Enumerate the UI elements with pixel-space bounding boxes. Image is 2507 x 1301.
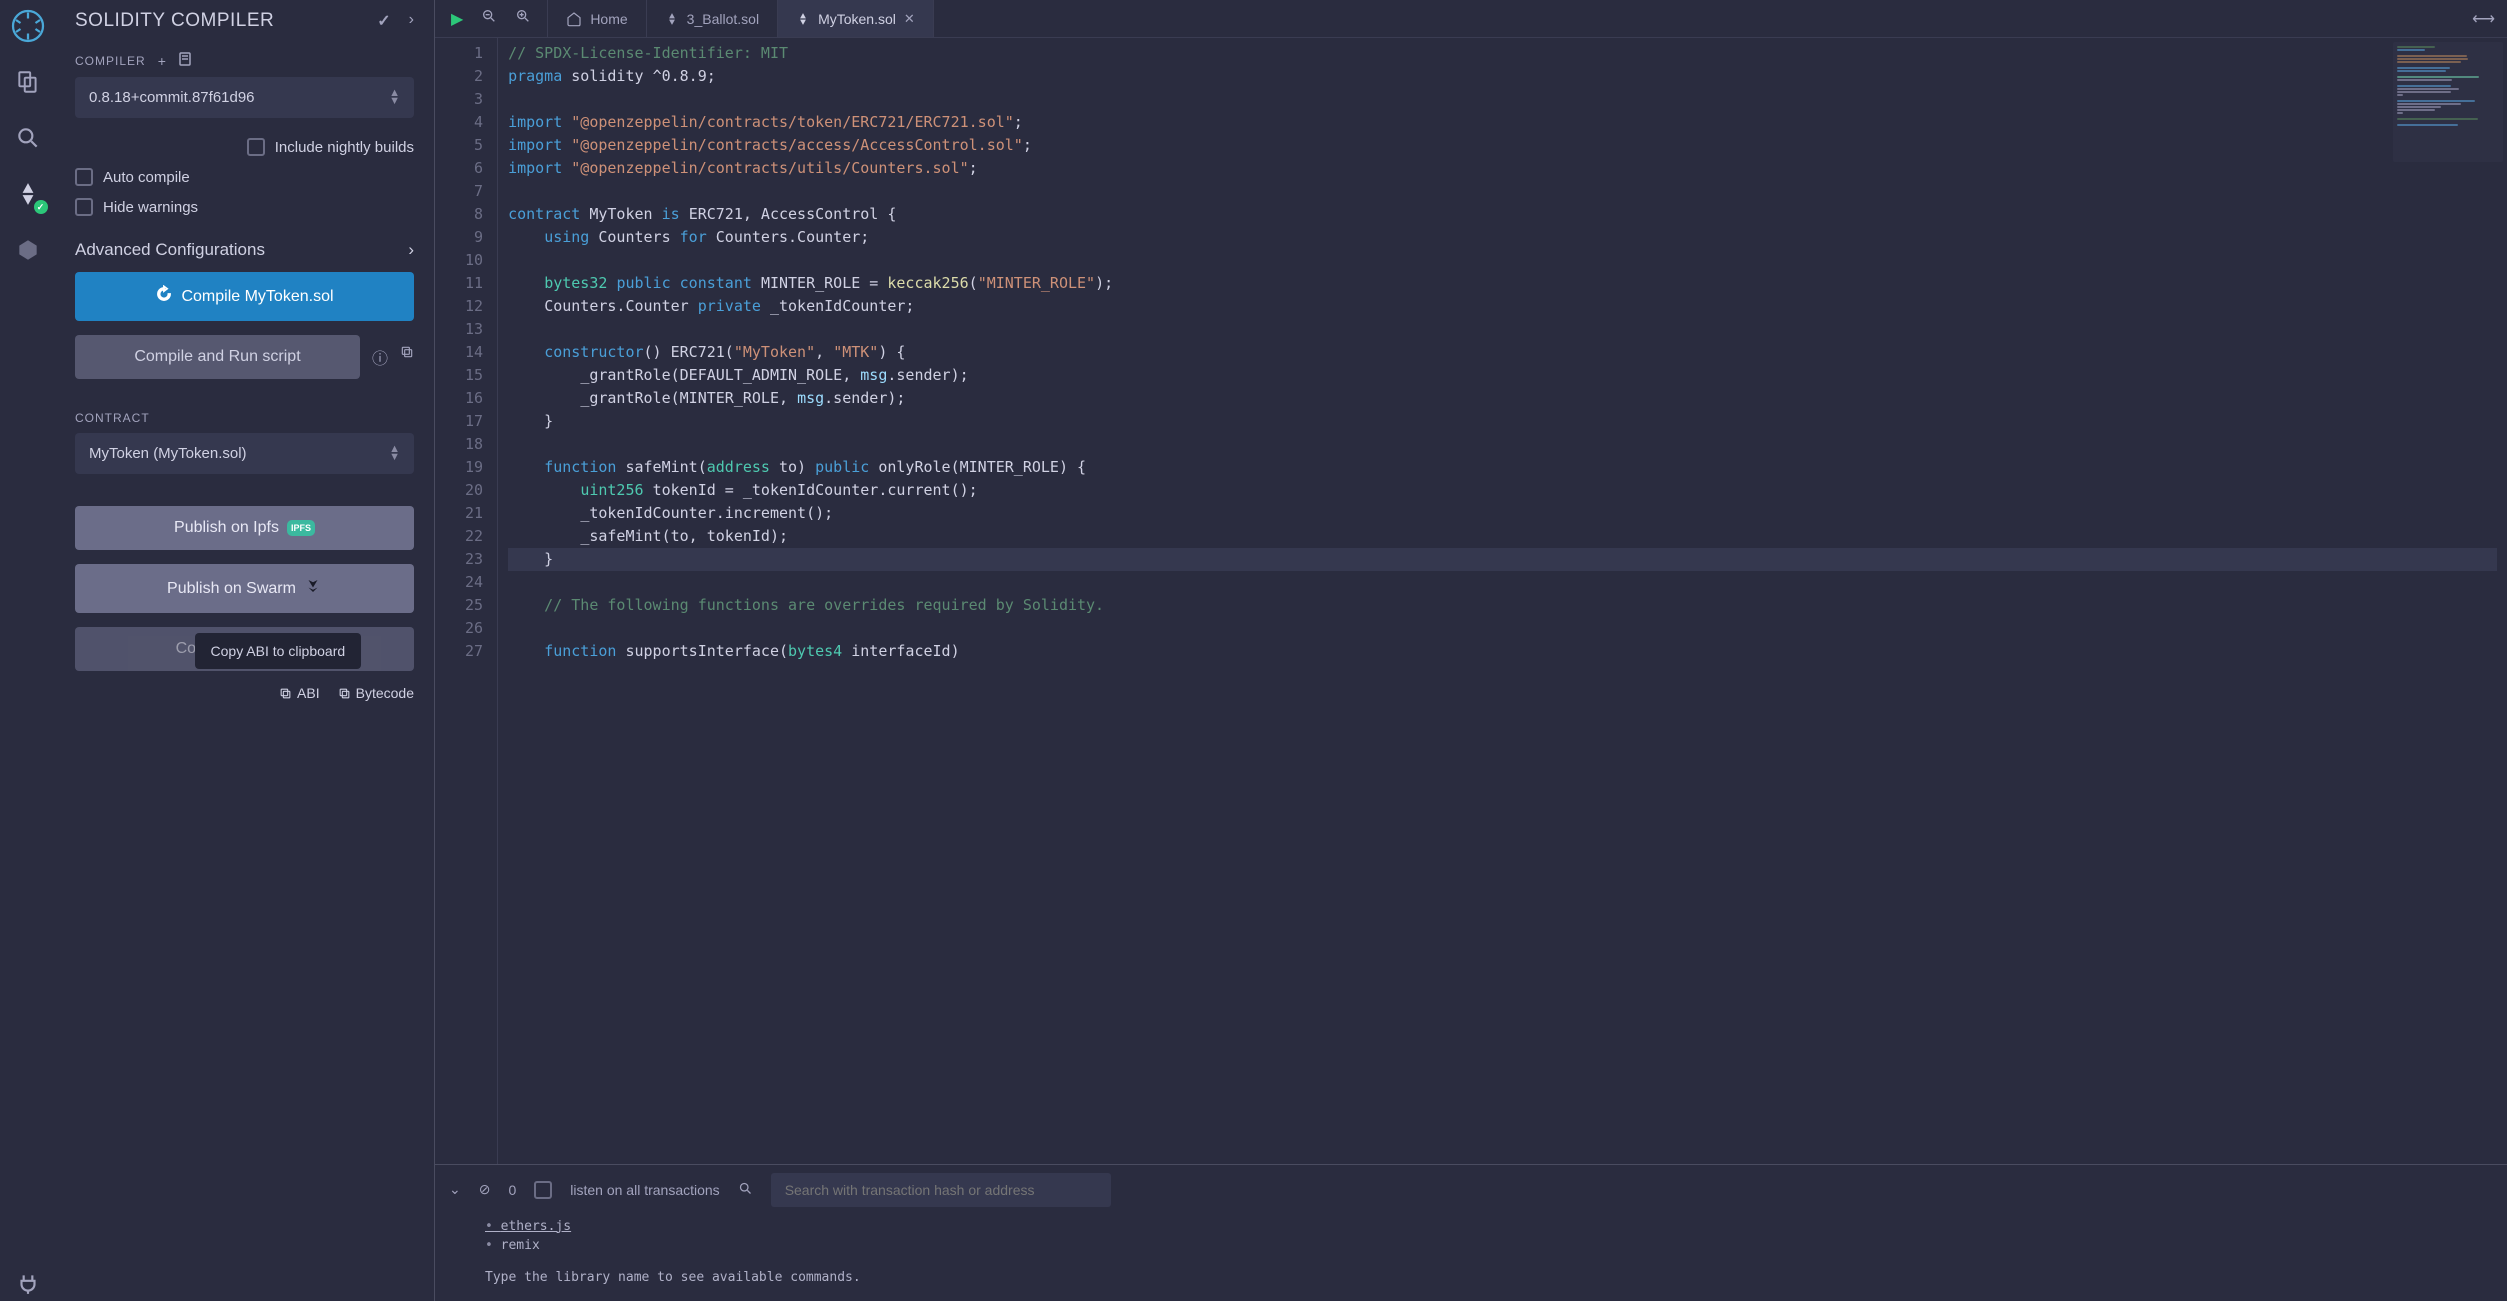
terminal-output: ethers.js remix Type the library name to…: [435, 1215, 2507, 1301]
nightly-builds-checkbox[interactable]: [247, 138, 265, 156]
plugin-manager-icon[interactable]: [10, 1265, 46, 1301]
line-gutter: 1234567891011121314151617181920212223242…: [435, 38, 498, 1164]
copy-abi-button[interactable]: ABI: [279, 685, 320, 701]
deploy-icon[interactable]: [10, 232, 46, 268]
compile-run-script-button[interactable]: Compile and Run script: [75, 335, 360, 379]
contract-select[interactable]: MyToken (MyToken.sol) ▲▼: [75, 433, 414, 474]
zoom-out-icon[interactable]: [481, 8, 497, 29]
select-arrows-icon: ▲▼: [389, 90, 400, 105]
ipfs-icon: IPFS: [287, 520, 315, 536]
search-icon[interactable]: [10, 120, 46, 156]
listen-all-tx-checkbox[interactable]: [534, 1181, 552, 1199]
home-icon: [566, 11, 582, 27]
copy-bytecode-button[interactable]: Bytecode: [338, 685, 414, 701]
compile-success-badge-icon: [34, 200, 48, 214]
expand-icon[interactable]: ⟷: [2472, 9, 2495, 29]
panel-title: SOLIDITY COMPILER: [75, 10, 274, 32]
copy-icon[interactable]: [400, 345, 414, 369]
code-content[interactable]: // SPDX-License-Identifier: MITpragma so…: [498, 38, 2507, 1164]
code-editor[interactable]: 1234567891011121314151617181920212223242…: [435, 38, 2507, 1164]
add-compiler-icon[interactable]: +: [158, 53, 167, 69]
advanced-configurations-toggle[interactable]: Advanced Configurations ›: [75, 222, 414, 272]
hide-warnings-label: Hide warnings: [103, 199, 198, 216]
publish-ipfs-button[interactable]: Publish on Ipfs IPFS: [75, 506, 414, 550]
collapse-terminal-icon[interactable]: ⌄: [449, 1181, 461, 1198]
swarm-icon: [304, 577, 322, 600]
clear-terminal-icon[interactable]: ⊘: [479, 1181, 491, 1198]
compile-button[interactable]: Compile MyToken.sol: [75, 272, 414, 321]
minimap[interactable]: [2393, 42, 2503, 162]
tab-ballot[interactable]: 3_Ballot.sol: [647, 0, 778, 37]
compiler-icon[interactable]: [10, 176, 46, 212]
terminal-panel: ⌄ ⊘ 0 listen on all transactions ethers.…: [435, 1164, 2507, 1301]
compiler-label: COMPILER: [75, 54, 146, 68]
compiler-version-select[interactable]: 0.8.18+commit.87f61d96 ▲▼: [75, 77, 414, 118]
icon-sidebar: [0, 0, 55, 1301]
contract-label: CONTRACT: [75, 411, 150, 425]
auto-compile-checkbox[interactable]: [75, 168, 93, 186]
tx-search-input[interactable]: [771, 1173, 1111, 1207]
compiler-panel: SOLIDITY COMPILER ✓ › COMPILER + 0.8.18+…: [55, 0, 435, 1301]
terminal-search-icon[interactable]: [738, 1181, 753, 1199]
refresh-icon: [155, 285, 173, 308]
main-area: ▶ Home 3_Ballot.sol MyToken.sol ✕ ⟷ 1234: [435, 0, 2507, 1301]
editor-topbar: ▶ Home 3_Ballot.sol MyToken.sol ✕ ⟷: [435, 0, 2507, 38]
chevron-right-icon[interactable]: ›: [409, 11, 414, 31]
run-icon[interactable]: ▶: [451, 9, 463, 29]
compiler-file-icon[interactable]: [179, 52, 191, 69]
copy-abi-tooltip: Copy ABI to clipboard: [195, 633, 362, 669]
publish-swarm-button[interactable]: Publish on Swarm: [75, 564, 414, 613]
file-explorer-icon[interactable]: [10, 64, 46, 100]
close-tab-icon[interactable]: ✕: [904, 11, 915, 27]
tab-mytoken[interactable]: MyToken.sol ✕: [778, 0, 934, 37]
hide-warnings-checkbox[interactable]: [75, 198, 93, 216]
nightly-builds-label: Include nightly builds: [275, 139, 414, 156]
pending-tx-count: 0: [508, 1182, 516, 1198]
remix-logo-icon[interactable]: [10, 8, 46, 44]
listen-all-tx-label: listen on all transactions: [570, 1182, 719, 1198]
tab-home[interactable]: Home: [547, 0, 646, 37]
solidity-file-icon: [665, 12, 679, 26]
select-arrows-icon: ▲▼: [389, 446, 400, 461]
solidity-file-icon: [796, 12, 810, 26]
zoom-in-icon[interactable]: [515, 8, 531, 29]
info-icon[interactable]: ⓘ: [372, 345, 388, 369]
chevron-right-icon: ›: [408, 240, 414, 260]
compile-status-icon: ✓: [377, 11, 390, 31]
auto-compile-label: Auto compile: [103, 169, 190, 186]
